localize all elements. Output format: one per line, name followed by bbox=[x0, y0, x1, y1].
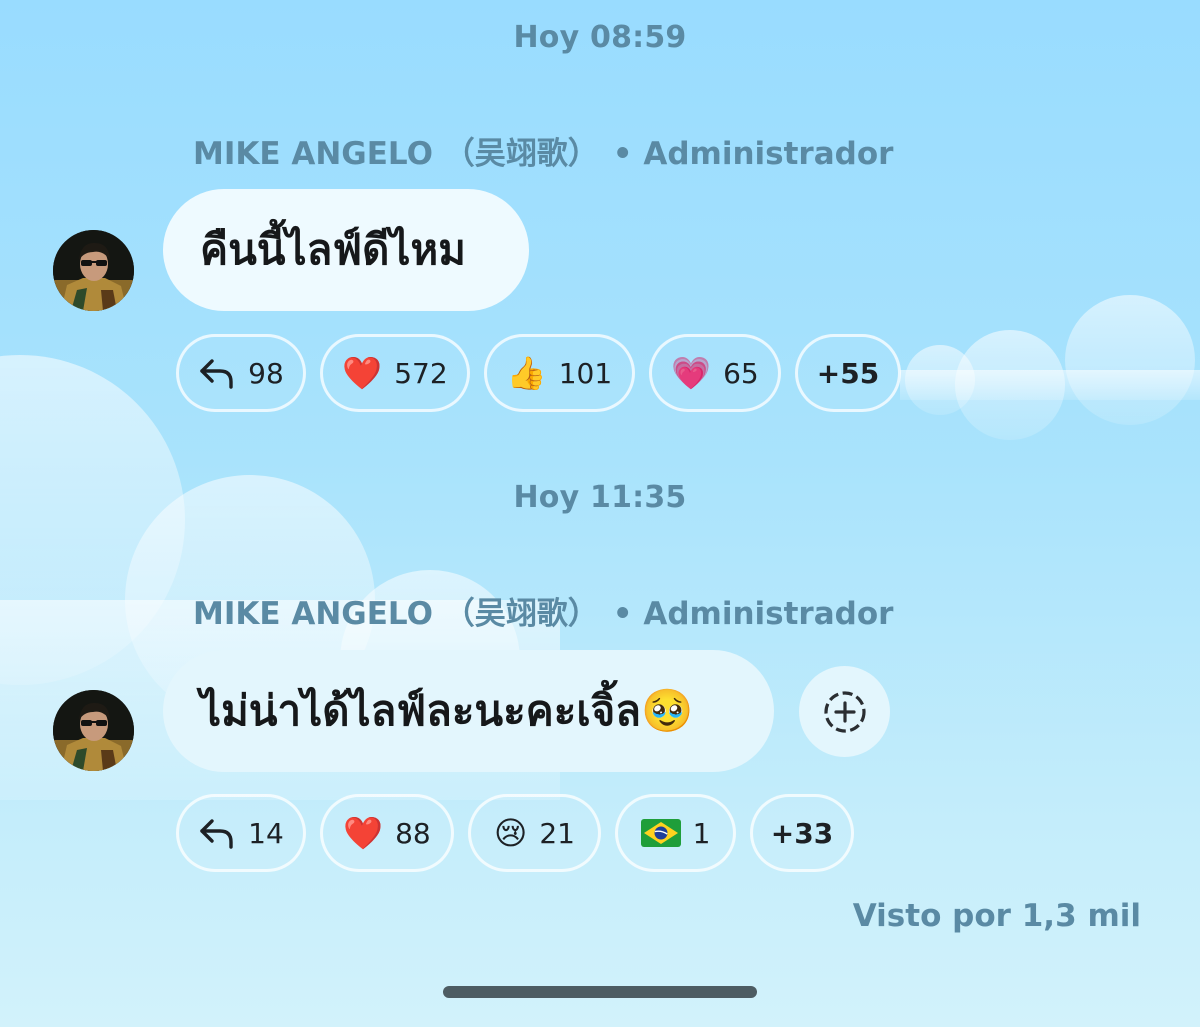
growing-heart-icon: 💗 bbox=[671, 354, 712, 392]
add-reaction-icon bbox=[823, 690, 866, 733]
more-reactions-count: +33 bbox=[770, 816, 834, 850]
seen-by-count[interactable]: Visto por 1,3 mil bbox=[853, 898, 1141, 934]
reaction-count: 88 bbox=[395, 816, 431, 850]
message-text: คืนนี้ไลฟ์ดีไหม bbox=[200, 225, 466, 274]
reaction-chip-growing-heart[interactable]: 💗 65 bbox=[649, 334, 781, 412]
sender-name-text: MIKE ANGELO （吴翊歌） bbox=[193, 596, 599, 632]
avatar-image bbox=[53, 690, 134, 771]
sender-name[interactable]: MIKE ANGELO （吴翊歌） • Administrador bbox=[193, 588, 893, 633]
brazil-flag-icon bbox=[640, 819, 681, 847]
reaction-count: 1 bbox=[692, 816, 711, 850]
reply-count-chip[interactable]: 14 bbox=[176, 794, 306, 872]
sender-role: • Administrador bbox=[612, 596, 894, 632]
reaction-chip-brazil-flag[interactable]: 1 bbox=[615, 794, 736, 872]
sender-role: • Administrador bbox=[612, 136, 894, 172]
sender-name-text: MIKE ANGELO （吴翊歌） bbox=[193, 136, 599, 172]
message-text: ไม่น่าได้ไลฟ์ละนะคะเจิ้ล🥹 bbox=[200, 686, 694, 735]
message-bubble[interactable]: คืนนี้ไลฟ์ดีไหม bbox=[163, 189, 529, 311]
sender-name[interactable]: MIKE ANGELO （吴翊歌） • Administrador bbox=[193, 128, 893, 173]
red-heart-icon: ❤️ bbox=[343, 814, 384, 852]
home-indicator[interactable] bbox=[443, 986, 757, 998]
message-timestamp: Hoy 11:35 bbox=[513, 480, 687, 515]
more-reactions-chip[interactable]: +33 bbox=[750, 794, 854, 872]
message-bubble[interactable]: ไม่น่าได้ไลฟ์ละนะคะเจิ้ล🥹 bbox=[163, 650, 774, 772]
reaction-count: 98 bbox=[248, 356, 284, 390]
message-timestamp: Hoy 08:59 bbox=[513, 20, 687, 55]
crying-face-icon: 😢 bbox=[494, 814, 528, 852]
reply-arrow-icon bbox=[200, 359, 233, 389]
avatar-image bbox=[53, 230, 134, 311]
red-heart-icon: ❤️ bbox=[342, 354, 383, 392]
more-reactions-count: +55 bbox=[816, 356, 880, 390]
reaction-count: 65 bbox=[723, 356, 759, 390]
avatar[interactable] bbox=[53, 690, 134, 771]
reaction-chip-heart[interactable]: ❤️ 572 bbox=[320, 334, 470, 412]
reply-count-chip[interactable]: 98 bbox=[176, 334, 306, 412]
reply-arrow-icon bbox=[200, 819, 233, 849]
more-reactions-chip[interactable]: +55 bbox=[795, 334, 901, 412]
thumbs-up-icon: 👍 bbox=[506, 354, 547, 392]
reaction-chip-heart[interactable]: ❤️ 88 bbox=[320, 794, 454, 872]
avatar[interactable] bbox=[53, 230, 134, 311]
reaction-count: 14 bbox=[248, 816, 284, 850]
add-reaction-button[interactable] bbox=[799, 666, 890, 757]
reaction-chip-thumbs-up[interactable]: 👍 101 bbox=[484, 334, 635, 412]
reaction-count: 572 bbox=[394, 356, 448, 390]
reaction-chip-crying[interactable]: 😢 21 bbox=[468, 794, 601, 872]
reaction-count: 21 bbox=[539, 816, 575, 850]
reaction-count: 101 bbox=[558, 356, 613, 390]
